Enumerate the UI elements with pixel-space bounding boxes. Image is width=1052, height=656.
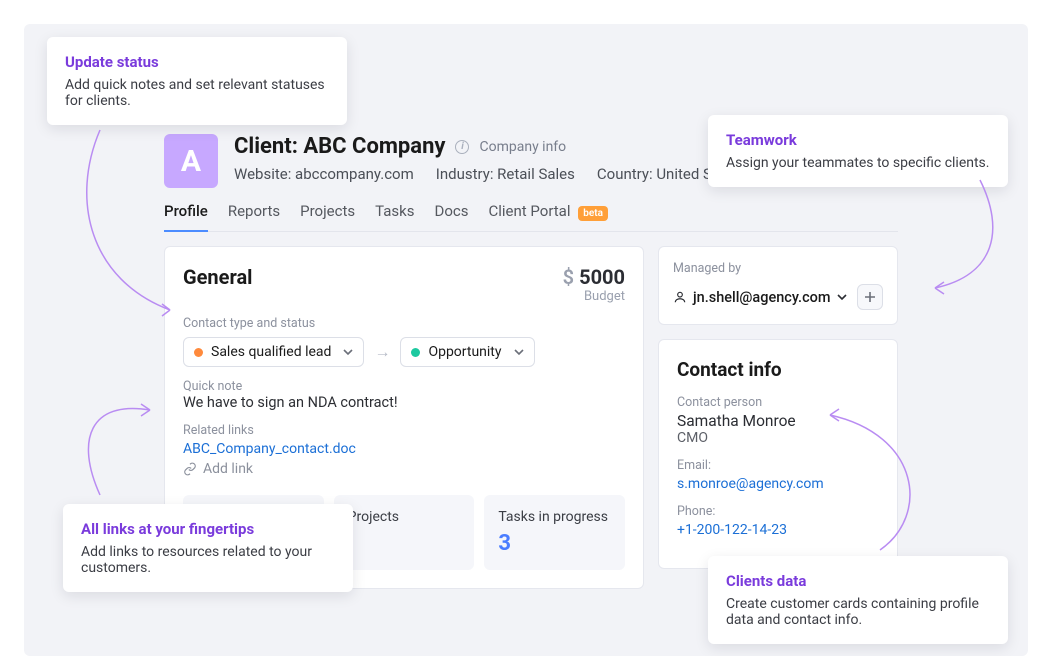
status-to-label: Opportunity [428, 344, 501, 360]
budget-box: $ 5000 Budget [563, 265, 625, 304]
budget-label: Budget [563, 289, 625, 304]
status-from-label: Sales qualified lead [211, 344, 331, 360]
callout-body: Add links to resources related to your c… [81, 544, 335, 576]
contact-email-label: Email: [677, 458, 879, 473]
avatar: A [164, 134, 218, 188]
tab-profile[interactable]: Profile [164, 202, 208, 232]
tab-client-portal-label: Client Portal [488, 202, 570, 220]
website-label: Website: abccompany.com [234, 165, 414, 183]
managed-row: jn.shell@agency.com [673, 284, 883, 310]
contact-email-section: Email: s.monroe@agency.com [677, 458, 879, 492]
general-title: General [183, 265, 252, 289]
dot-green-icon [411, 348, 420, 357]
user-icon [673, 290, 687, 304]
budget-amount: 5000 [579, 265, 625, 289]
contact-card: Contact info Contact person Samatha Monr… [658, 339, 898, 569]
right-column: Managed by jn.shell@agency.com Contact [658, 246, 898, 569]
contact-person-label: Contact person [677, 395, 879, 410]
contact-title: Contact info [677, 358, 879, 381]
chevron-down-icon [343, 347, 353, 357]
mini-tasks-count: 3 [498, 531, 611, 556]
status-to-select[interactable]: Opportunity [400, 337, 534, 367]
links-section: Related links ABC_Company_contact.doc Ad… [183, 423, 625, 477]
callout-body: Assign your teammates to specific client… [726, 155, 990, 171]
status-row: Sales qualified lead → Opportunity [183, 337, 625, 367]
managed-label: Managed by [673, 261, 883, 276]
status-label: Contact type and status [183, 316, 625, 331]
note-label: Quick note [183, 379, 625, 394]
callout-links: All links at your fingertips Add links t… [63, 504, 353, 592]
status-from-select[interactable]: Sales qualified lead [183, 337, 364, 367]
add-manager-button[interactable] [857, 284, 883, 310]
callout-teamwork: Teamwork Assign your teammates to specif… [708, 115, 1008, 187]
mini-projects[interactable]: Projects [334, 495, 475, 570]
client-title: Client: ABC Company [234, 134, 445, 159]
header-lines: Client: ABC Company i Company info Websi… [234, 134, 746, 183]
budget-value: $ 5000 [563, 265, 625, 289]
callout-body: Create customer cards containing profile… [726, 596, 990, 628]
contact-phone-label: Phone: [677, 504, 879, 519]
header-meta: Website: abccompany.com Industry: Retail… [234, 165, 746, 183]
tab-docs[interactable]: Docs [434, 202, 468, 231]
info-icon[interactable]: i [455, 140, 469, 154]
note-text: We have to sign an NDA contract! [183, 394, 625, 411]
tab-tasks[interactable]: Tasks [375, 202, 414, 231]
dot-orange-icon [194, 348, 203, 357]
industry-label: Industry: Retail Sales [436, 165, 575, 183]
mini-tasks-label: Tasks in progress [498, 509, 611, 525]
callout-title: Update status [65, 53, 329, 71]
beta-badge: beta [578, 206, 608, 221]
plus-icon [864, 291, 876, 303]
company-info-label: Company info [479, 139, 566, 155]
callout-title: Teamwork [726, 131, 990, 149]
tab-reports[interactable]: Reports [228, 202, 280, 231]
contact-person-section: Contact person Samatha Monroe CMO [677, 395, 879, 446]
manager-select[interactable]: jn.shell@agency.com [673, 289, 847, 306]
note-section: Quick note We have to sign an NDA contra… [183, 379, 625, 411]
tabs: Profile Reports Projects Tasks Docs Clie… [164, 202, 898, 232]
arrow-right-icon: → [374, 342, 390, 362]
contact-role: CMO [677, 430, 879, 446]
chevron-down-icon [514, 347, 524, 357]
header-title-row: Client: ABC Company i Company info [234, 134, 746, 159]
tab-client-portal[interactable]: Client Portal beta [488, 202, 608, 231]
callout-update-status: Update status Add quick notes and set re… [47, 37, 347, 125]
contact-email[interactable]: s.monroe@agency.com [677, 476, 824, 492]
callout-title: Clients data [726, 572, 990, 590]
tab-projects[interactable]: Projects [300, 202, 355, 231]
add-link-button[interactable]: Add link [183, 461, 625, 477]
mini-tasks[interactable]: Tasks in progress 3 [484, 495, 625, 570]
callout-clients-data: Clients data Create customer cards conta… [708, 556, 1008, 644]
callout-title: All links at your fingertips [81, 520, 335, 538]
manager-email: jn.shell@agency.com [693, 289, 831, 306]
contact-name: Samatha Monroe [677, 412, 879, 430]
managed-card: Managed by jn.shell@agency.com [658, 246, 898, 325]
general-header: General $ 5000 Budget [183, 265, 625, 304]
contact-phone[interactable]: +1-200-122-14-23 [677, 522, 787, 538]
contact-phone-section: Phone: +1-200-122-14-23 [677, 504, 879, 538]
status-section: Contact type and status Sales qualified … [183, 316, 625, 367]
link-icon [183, 462, 197, 476]
budget-symbol: $ [563, 265, 574, 289]
related-link[interactable]: ABC_Company_contact.doc [183, 441, 356, 457]
links-label: Related links [183, 423, 625, 438]
callout-body: Add quick notes and set relevant statuse… [65, 77, 329, 109]
chevron-down-icon [837, 292, 847, 302]
add-link-label: Add link [203, 461, 253, 477]
